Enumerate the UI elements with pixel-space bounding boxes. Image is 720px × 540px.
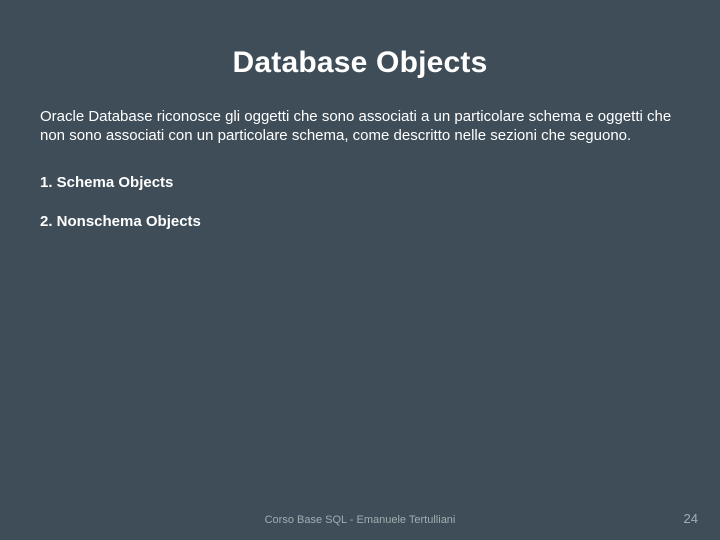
slide: Database Objects Oracle Database riconos… bbox=[0, 0, 720, 540]
intro-paragraph: Oracle Database riconosce gli oggetti ch… bbox=[40, 108, 680, 146]
page-number: 24 bbox=[684, 511, 698, 526]
list-item: 2. Nonschema Objects bbox=[40, 213, 680, 230]
slide-title: Database Objects bbox=[40, 46, 680, 80]
footer-text: Corso Base SQL - Emanuele Tertulliani bbox=[0, 514, 720, 526]
objects-list: 1. Schema Objects 2. Nonschema Objects bbox=[40, 174, 680, 230]
list-item: 1. Schema Objects bbox=[40, 174, 680, 191]
